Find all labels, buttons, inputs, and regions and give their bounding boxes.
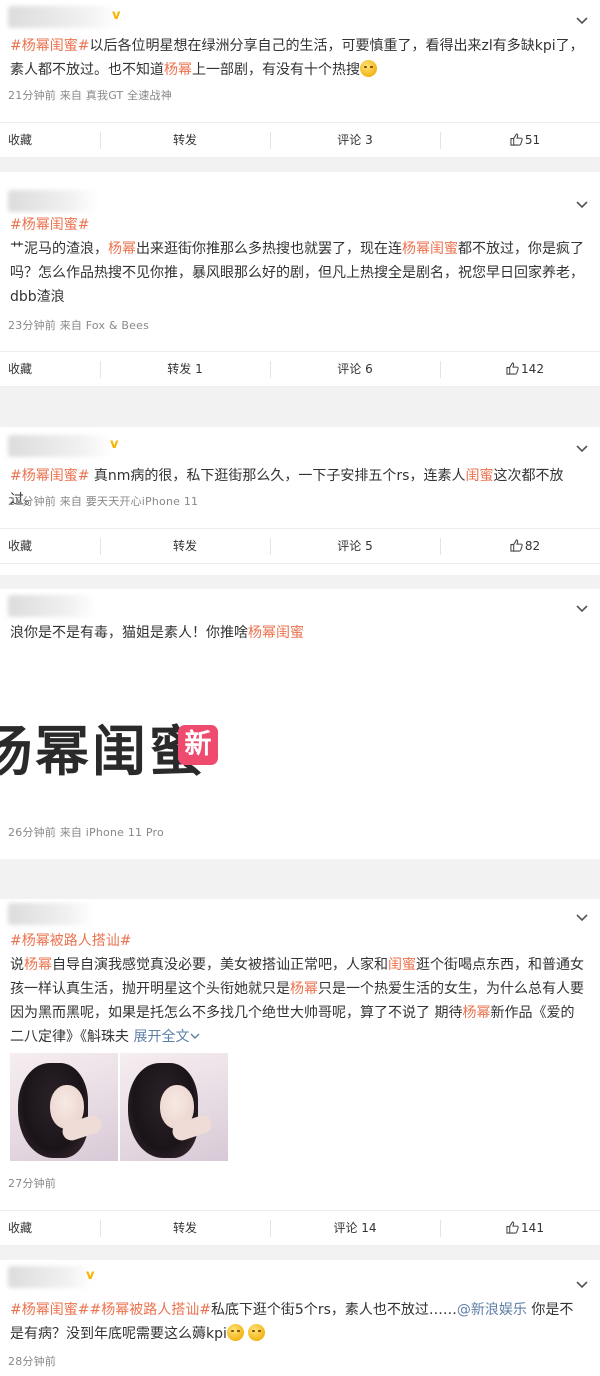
comment-button[interactable]: 评论 6 [320, 352, 390, 386]
topic-link[interactable]: #杨幂被路人搭讪# [10, 933, 131, 949]
keyword-highlight[interactable]: 杨幂 [164, 62, 192, 78]
action-bar: 收藏 转发 评论 5 82 [0, 528, 600, 564]
user-name[interactable] [8, 6, 118, 28]
like-button[interactable]: 51 [490, 123, 560, 157]
user-name[interactable] [8, 903, 94, 925]
thumb-up-icon [510, 539, 523, 552]
text-segment: 出来逛街你推那么多热搜也就罢了，现在连 [136, 241, 402, 257]
weibo-post: v #杨幂闺蜜#以后各位明星想在绿洲分享自己的生活，可要慎重了，看得出来zl有多… [0, 0, 600, 170]
user-name[interactable] [8, 435, 112, 457]
post-meta: 26分钟前 来自 iPhone 11 Pro [8, 826, 164, 839]
keyword-highlight[interactable]: 杨幂 [108, 241, 136, 257]
repost-button[interactable]: 转发 1 [150, 352, 220, 386]
like-count: 141 [521, 1221, 544, 1235]
user-name[interactable] [8, 190, 98, 212]
comment-button[interactable]: 评论 3 [320, 123, 390, 157]
thumb-up-icon [506, 1221, 519, 1234]
keyword-highlight[interactable]: 闺蜜 [388, 957, 416, 973]
chevron-down-icon[interactable] [574, 12, 590, 28]
verified-icon: v [86, 1268, 95, 1283]
topic-link[interactable]: #杨幂闺蜜# [10, 468, 89, 484]
banner-text: 杨幂闺蜜 [0, 720, 206, 783]
collect-button[interactable]: 收藏 [8, 529, 32, 563]
user-name[interactable] [8, 595, 96, 617]
collect-button[interactable]: 收藏 [8, 352, 32, 386]
post-meta: 26分钟前 来自 要天天开心iPhone 11 [8, 495, 199, 508]
new-badge: 新 [178, 725, 218, 765]
topic-link[interactable]: #杨幂闺蜜# [10, 1302, 89, 1318]
post-meta: 23分钟前 来自 Fox & Bees [8, 319, 150, 332]
chevron-down-icon[interactable] [574, 440, 590, 456]
chevron-down-icon[interactable] [574, 1276, 590, 1292]
user-name[interactable] [8, 1266, 92, 1288]
post-text: #杨幂闺蜜##杨幂被路人搭讪#私底下逛个街5个rs，素人也不放过……@新浪娱乐 … [10, 1298, 586, 1346]
topic-link[interactable]: #杨幂被路人搭讪# [89, 1302, 210, 1318]
repost-button[interactable]: 转发 [150, 529, 220, 563]
keyword-highlight[interactable]: 杨幂闺蜜 [402, 241, 458, 257]
like-button[interactable]: 142 [490, 352, 560, 386]
text-link[interactable]: 展开全文 [133, 1029, 189, 1045]
emoji-face-icon [248, 1324, 266, 1341]
keyword-highlight[interactable]: 杨幂闺蜜 [248, 625, 304, 641]
keyword-highlight[interactable]: 杨幂 [462, 1005, 490, 1021]
repost-button[interactable]: 转发 [150, 1211, 220, 1245]
post-image[interactable] [10, 1053, 118, 1161]
like-button[interactable]: 82 [490, 529, 560, 563]
like-count: 82 [524, 539, 541, 553]
topic-link[interactable]: #杨幂闺蜜# [10, 38, 89, 54]
text-segment: 说 [10, 957, 24, 973]
comment-button[interactable]: 评论 5 [320, 529, 390, 563]
hot-search-banner[interactable]: 杨幂闺蜜 新 [0, 695, 600, 810]
expand-chevron-icon[interactable] [189, 1029, 201, 1045]
keyword-highlight[interactable]: 杨幂 [290, 981, 318, 997]
action-bar: 收藏 转发 评论 3 51 [0, 122, 600, 158]
text-segment: 浪你是不是有毒，猫姐是素人！你推啥 [10, 625, 248, 641]
chevron-down-icon[interactable] [574, 196, 590, 212]
emoji-face-icon [226, 1324, 244, 1341]
chevron-down-icon[interactable] [574, 600, 590, 616]
action-bar: 收藏 转发 评论 14 141 [0, 1210, 600, 1246]
like-button[interactable]: 141 [490, 1211, 560, 1245]
weibo-post: v #杨幂闺蜜##杨幂被路人搭讪#私底下逛个街5个rs，素人也不放过……@新浪娱… [0, 1260, 600, 1376]
repost-button[interactable]: 转发 [150, 123, 220, 157]
post-text: #杨幂闺蜜# 艹泥马的渣浪，杨幂出来逛街你推那么多热搜也就罢了，现在连杨幂闺蜜都不… [10, 213, 586, 309]
comment-button[interactable]: 评论 14 [320, 1211, 390, 1245]
text-link[interactable]: @新浪娱乐 [457, 1302, 527, 1318]
post-text: #杨幂闺蜜#以后各位明星想在绿洲分享自己的生活，可要慎重了，看得出来zl有多缺k… [10, 34, 586, 82]
emoji-face-icon [360, 60, 377, 77]
chevron-down-icon[interactable] [574, 909, 590, 925]
post-meta: 21分钟前 来自 真我GT 全速战神 [8, 89, 172, 102]
text-segment: 真nm病的很，私下逛街那么久，一下子安排五个rs，连素人 [89, 468, 466, 484]
thumb-up-icon [506, 362, 519, 375]
text-segment: 自导自演我感觉真没必要，美女被搭讪正常吧，人家和 [52, 957, 388, 973]
keyword-highlight[interactable]: 杨幂 [24, 957, 52, 973]
post-meta: 28分钟前 [8, 1355, 56, 1368]
collect-button[interactable]: 收藏 [8, 1211, 32, 1245]
thumb-up-icon [510, 133, 523, 146]
like-count: 142 [521, 362, 544, 376]
verified-icon: v [110, 437, 119, 452]
post-text: #杨幂被路人搭讪# 说杨幂自导自演我感觉真没必要，美女被搭讪正常吧，人家和闺蜜逛个… [10, 929, 586, 1049]
post-text: 浪你是不是有毒，猫姐是素人！你推啥杨幂闺蜜 [10, 621, 586, 645]
topic-link[interactable]: #杨幂闺蜜# [10, 217, 89, 233]
like-count: 51 [524, 133, 541, 147]
verified-icon: v [112, 8, 121, 23]
collect-button[interactable]: 收藏 [8, 123, 32, 157]
weibo-post: v #杨幂闺蜜# 真nm病的很，私下逛街那么久，一下子安排五个rs，连素人闺蜜这… [0, 427, 600, 575]
weibo-post: #杨幂闺蜜# 艹泥马的渣浪，杨幂出来逛街你推那么多热搜也就罢了，现在连杨幂闺蜜都不… [0, 172, 600, 387]
action-bar: 收藏 转发 1 评论 6 142 [0, 351, 600, 387]
text-segment: 艹泥马的渣浪， [10, 241, 108, 257]
keyword-highlight[interactable]: 闺蜜 [465, 468, 493, 484]
text-segment: 上一部剧，有没有十个热搜 [192, 62, 360, 78]
text-segment: 私底下逛个街5个rs，素人也不放过…… [210, 1302, 457, 1318]
post-meta: 27分钟前 [8, 1177, 56, 1190]
post-image[interactable] [120, 1053, 228, 1161]
